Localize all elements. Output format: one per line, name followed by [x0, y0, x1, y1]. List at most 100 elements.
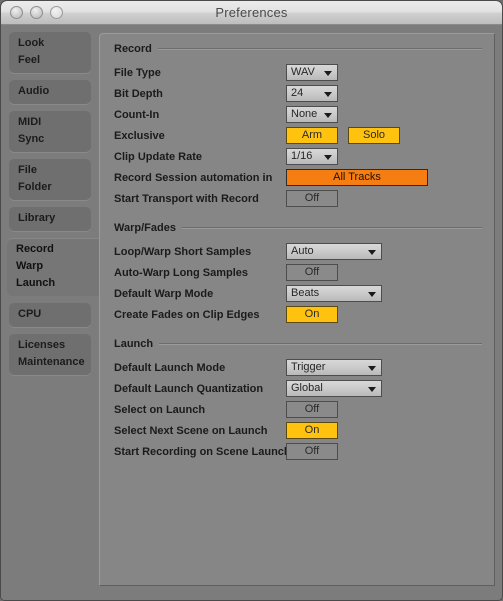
row-select-next-scene-on-launch: Select Next Scene on Launch On [114, 422, 484, 440]
sidebar-item-folder[interactable]: Folder [9, 179, 91, 196]
sidebar-item-record[interactable]: Record [7, 241, 99, 258]
row-loop-warp-short-samples: Loop/Warp Short Samples Auto [114, 243, 484, 261]
dropdown-default-launch-quantization[interactable]: Global [286, 380, 382, 397]
window-body: Look Feel Audio MIDI Sync File Folder Library Re… [1, 25, 502, 600]
control-select-on-launch: Off [286, 401, 338, 418]
sidebar-item-audio[interactable]: Audio [9, 83, 91, 100]
toggle-create-fades-on-clip-edges[interactable]: On [286, 306, 338, 323]
label-bit-depth: Bit Depth [114, 88, 163, 100]
sidebar-item-library[interactable]: Library [9, 210, 91, 227]
section-title: Record [114, 43, 152, 55]
toggle-select-next-scene-on-launch[interactable]: On [286, 422, 338, 439]
dropdown-loop-warp-short-samples[interactable]: Auto [286, 243, 382, 260]
row-bit-depth: Bit Depth 24 [114, 85, 484, 103]
row-file-type: File Type WAV [114, 64, 484, 82]
control-default-launch-quantization: Global [286, 380, 382, 397]
row-select-on-launch: Select on Launch Off [114, 401, 484, 419]
label-create-fades-on-clip-edges: Create Fades on Clip Edges [114, 309, 260, 321]
sidebar: Look Feel Audio MIDI Sync File Folder Library Re… [1, 25, 99, 600]
chevron-down-icon [368, 250, 376, 255]
dropdown-value: 1/16 [291, 150, 313, 162]
toggle-auto-warp-long-samples[interactable]: Off [286, 264, 338, 281]
sidebar-item-maintenance[interactable]: Maintenance [9, 354, 91, 371]
dropdown-default-launch-mode[interactable]: Trigger [286, 359, 382, 376]
dropdown-value: WAV [291, 66, 315, 78]
toggle-exclusive-solo[interactable]: Solo [348, 127, 400, 144]
dropdown-file-type[interactable]: WAV [286, 64, 338, 81]
label-clip-update-rate: Clip Update Rate [114, 151, 203, 163]
chevron-down-icon [324, 71, 332, 76]
row-exclusive: Exclusive Arm Solo [114, 127, 484, 145]
label-record-session-automation-in: Record Session automation in [114, 172, 273, 184]
dropdown-value: Global [291, 382, 323, 394]
control-clip-update-rate: 1/16 [286, 148, 338, 165]
row-default-launch-quantization: Default Launch Quantization Global [114, 380, 484, 398]
sidebar-item-licenses[interactable]: Licenses [9, 337, 91, 354]
dropdown-value: Trigger [291, 361, 326, 373]
section-header-record: Record [114, 42, 482, 56]
chevron-down-icon [324, 92, 332, 97]
sidebar-item-launch[interactable]: Launch [7, 275, 99, 292]
row-auto-warp-long-samples: Auto-Warp Long Samples Off [114, 264, 484, 282]
sidebar-group-cpu[interactable]: CPU [9, 303, 91, 327]
preferences-content-panel: Record File Type WAV Bit Depth 24 Count-In Non… [99, 33, 495, 586]
dropdown-default-warp-mode[interactable]: Beats [286, 285, 382, 302]
sidebar-item-midi[interactable]: MIDI [9, 114, 91, 131]
label-default-launch-mode: Default Launch Mode [114, 362, 226, 374]
button-record-session-automation-in[interactable]: All Tracks [286, 169, 428, 186]
control-record-session-automation-in: All Tracks [286, 169, 428, 186]
control-create-fades-on-clip-edges: On [286, 306, 338, 323]
sidebar-group-midi-sync[interactable]: MIDI Sync [9, 111, 91, 152]
control-auto-warp-long-samples: Off [286, 264, 338, 281]
control-file-type: WAV [286, 64, 338, 81]
label-count-in: Count-In [114, 109, 160, 121]
dropdown-count-in[interactable]: None [286, 106, 338, 123]
label-loop-warp-short-samples: Loop/Warp Short Samples [114, 246, 252, 258]
row-default-warp-mode: Default Warp Mode Beats [114, 285, 484, 303]
chevron-down-icon [324, 155, 332, 160]
row-count-in: Count-In None [114, 106, 484, 124]
section-title: Warp/Fades [114, 222, 176, 234]
sidebar-group-audio[interactable]: Audio [9, 80, 91, 104]
row-create-fades-on-clip-edges: Create Fades on Clip Edges On [114, 306, 484, 324]
dropdown-clip-update-rate[interactable]: 1/16 [286, 148, 338, 165]
section-rule [157, 48, 482, 50]
row-default-launch-mode: Default Launch Mode Trigger [114, 359, 484, 377]
section-rule [159, 343, 482, 345]
row-record-session-automation-in: Record Session automation in All Tracks [114, 169, 484, 187]
sidebar-item-warp[interactable]: Warp [7, 258, 99, 275]
sidebar-item-cpu[interactable]: CPU [9, 306, 91, 323]
sidebar-group-look-feel[interactable]: Look Feel [9, 32, 91, 73]
control-loop-warp-short-samples: Auto [286, 243, 382, 260]
label-start-recording-on-scene-launch: Start Recording on Scene Launch [114, 446, 291, 458]
title-bar: Preferences [1, 1, 502, 25]
toggle-select-on-launch[interactable]: Off [286, 401, 338, 418]
sidebar-item-file[interactable]: File [9, 162, 91, 179]
window-title: Preferences [215, 5, 288, 20]
label-auto-warp-long-samples: Auto-Warp Long Samples [114, 267, 249, 279]
sidebar-group-record-warp-launch[interactable]: Record Warp Launch [7, 238, 99, 296]
chevron-down-icon [368, 292, 376, 297]
sidebar-group-licenses-maintenance[interactable]: Licenses Maintenance [9, 334, 91, 375]
label-select-on-launch: Select on Launch [114, 404, 206, 416]
control-default-launch-mode: Trigger [286, 359, 382, 376]
sidebar-group-file-folder[interactable]: File Folder [9, 159, 91, 200]
toggle-exclusive-arm[interactable]: Arm [286, 127, 338, 144]
sidebar-group-library[interactable]: Library [9, 207, 91, 231]
control-start-transport-with-record: Off [286, 190, 338, 207]
toggle-start-recording-on-scene-launch[interactable]: Off [286, 443, 338, 460]
toggle-start-transport-with-record[interactable]: Off [286, 190, 338, 207]
label-select-next-scene-on-launch: Select Next Scene on Launch [114, 425, 268, 437]
dropdown-value: Auto [291, 245, 314, 257]
sidebar-item-sync[interactable]: Sync [9, 131, 91, 148]
sidebar-item-look[interactable]: Look [9, 35, 91, 52]
control-default-warp-mode: Beats [286, 285, 382, 302]
row-start-recording-on-scene-launch: Start Recording on Scene Launch Off [114, 443, 484, 461]
sidebar-item-feel[interactable]: Feel [9, 52, 91, 69]
label-file-type: File Type [114, 67, 161, 79]
dropdown-bit-depth[interactable]: 24 [286, 85, 338, 102]
control-count-in: None [286, 106, 338, 123]
chevron-down-icon [368, 387, 376, 392]
control-start-recording-on-scene-launch: Off [286, 443, 338, 460]
chevron-down-icon [324, 113, 332, 118]
